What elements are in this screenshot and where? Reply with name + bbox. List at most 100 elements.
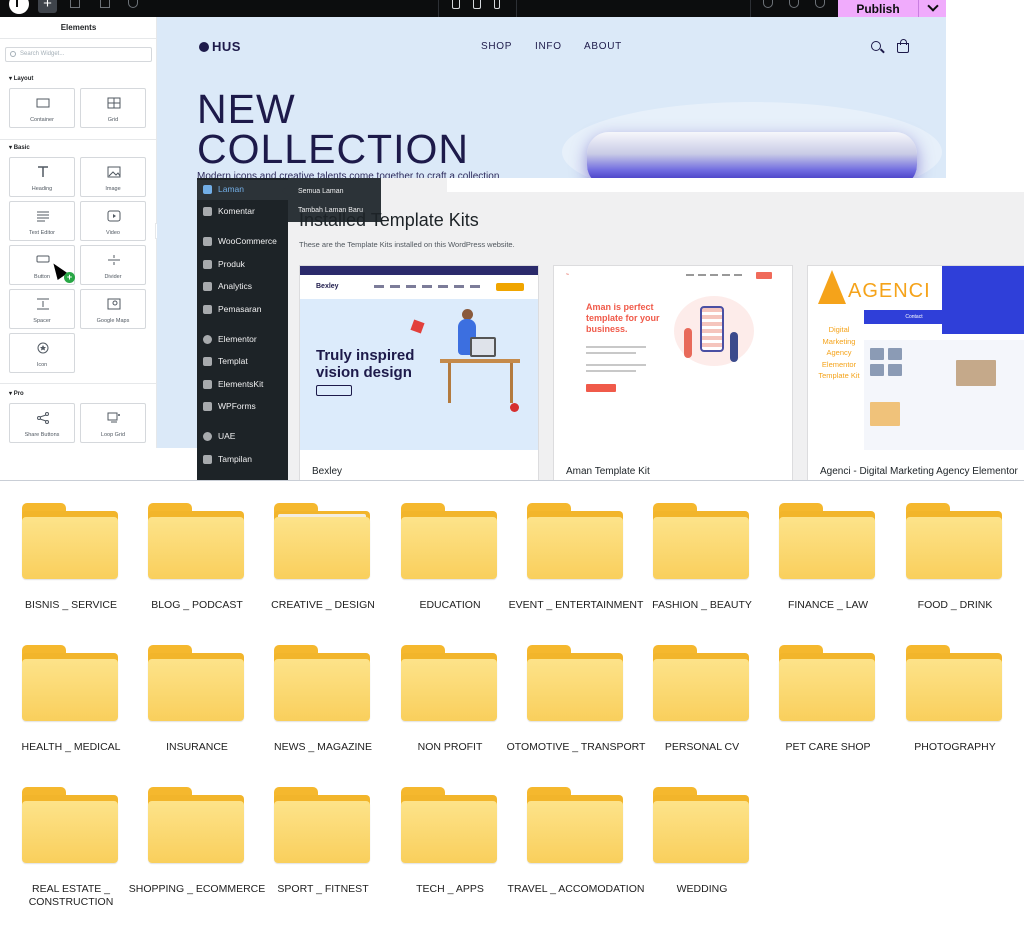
widget-divider[interactable]: Divider	[80, 245, 146, 285]
submenu-semua-laman[interactable]: Semua Laman	[298, 188, 344, 195]
widget-container[interactable]: Container	[9, 88, 75, 128]
folder[interactable]: CREATIVE _ DESIGN	[252, 481, 375, 611]
help-icon[interactable]	[789, 0, 799, 8]
tablet-device-icon[interactable]	[473, 0, 481, 9]
kit-thumbnail: AGENCI Contact Digital Marketing Agency …	[808, 266, 1024, 450]
folder-icon	[906, 517, 1002, 579]
folder-icon	[401, 517, 497, 579]
category-basic[interactable]: Basic	[9, 144, 30, 151]
wp-menu-komentar[interactable]: Komentar	[197, 202, 288, 222]
folder-label: OTOMOTIVE _ TRANSPORT	[506, 741, 646, 753]
folder[interactable]: HEALTH _ MEDICAL	[0, 623, 121, 753]
folder[interactable]: BISNIS _ SERVICE	[0, 481, 120, 611]
wordpress-admin-window: Laman Komentar WooCommerce Produk Analyt…	[197, 178, 1024, 480]
widget-search-input[interactable]: Search Widget...	[5, 47, 152, 62]
desktop-device-icon[interactable]	[452, 0, 460, 9]
site-search-icon[interactable]	[871, 41, 881, 51]
publish-options-chevron-icon[interactable]	[918, 0, 946, 17]
loop-grid-icon	[107, 412, 120, 423]
products-icon	[203, 260, 212, 269]
folder-label: EVENT _ ENTERTAINMENT	[508, 599, 644, 611]
folder-label: FASHION _ BEAUTY	[652, 599, 752, 611]
folder-label: NON PROFIT	[417, 741, 483, 753]
folder[interactable]: EDUCATION	[379, 481, 499, 611]
wp-menu-analytics[interactable]: Analytics	[197, 277, 288, 297]
hero-title: NEW COLLECTION	[197, 86, 469, 172]
wp-menu-laman[interactable]: Laman	[197, 180, 288, 200]
page-heading: Installed Template Kits	[299, 210, 479, 230]
aman-headline: Aman is perfect template for your busine…	[586, 302, 660, 334]
folder[interactable]: REAL ESTATE _ CONSTRUCTION	[0, 765, 120, 908]
folder[interactable]: NEWS _ MAGAZINE	[252, 623, 372, 753]
widget-image[interactable]: Image	[80, 157, 146, 197]
folder[interactable]: SPORT _ FITNEST	[252, 765, 372, 895]
wp-menu-elementskit[interactable]: ElementsKit	[197, 375, 288, 395]
add-element-button[interactable]: +	[38, 0, 57, 13]
folder-icon	[527, 659, 623, 721]
elementor-logo-icon[interactable]	[9, 0, 29, 14]
folder-icon	[274, 659, 370, 721]
folder[interactable]: OTOMOTIVE _ TRANSPORT	[505, 623, 645, 753]
wpforms-icon	[203, 402, 212, 411]
folder[interactable]: TRAVEL _ ACCOMODATION	[505, 765, 644, 895]
folder[interactable]: BLOG _ PODCAST	[126, 481, 246, 611]
folder[interactable]: PERSONAL CV	[631, 623, 751, 753]
settings-icon[interactable]	[100, 0, 110, 8]
folder[interactable]: SHOPPING _ ECOMMERCE	[126, 765, 265, 895]
widget-video[interactable]: Video	[80, 201, 146, 241]
folder-label: TECH _ APPS	[416, 883, 484, 895]
widget-share-buttons[interactable]: Share Buttons	[9, 403, 75, 443]
nav-about[interactable]: ABOUT	[584, 41, 622, 52]
search-icon[interactable]	[763, 0, 773, 8]
wp-menu-produk[interactable]: Produk	[197, 255, 288, 275]
editor-topbar: + Publish	[0, 0, 946, 17]
wp-menu-elementor[interactable]: Elementor	[197, 330, 288, 350]
widget-icon[interactable]: Icon	[9, 333, 75, 373]
wp-menu-wpforms[interactable]: WPForms	[197, 397, 288, 417]
widget-text-editor[interactable]: Text Editor	[9, 201, 75, 241]
folder[interactable]: EVENT _ ENTERTAINMENT	[505, 481, 643, 611]
widget-google-maps[interactable]: Google Maps	[80, 289, 146, 329]
folder[interactable]: FOOD _ DRINK	[884, 481, 1004, 611]
shopping-bag-icon[interactable]	[897, 39, 909, 53]
folder-icon	[148, 659, 244, 721]
nav-shop[interactable]: SHOP	[481, 41, 512, 52]
preview-eye-icon[interactable]	[815, 0, 825, 8]
mobile-device-icon[interactable]	[494, 0, 500, 9]
folder[interactable]: FINANCE _ LAW	[757, 481, 877, 611]
template-kit-card-aman[interactable]: ~ Aman is perfect template for your busi…	[553, 265, 793, 480]
wp-menu-templat[interactable]: Templat	[197, 352, 288, 372]
button-icon	[36, 255, 50, 263]
folder[interactable]: INSURANCE	[126, 623, 246, 753]
wp-menu-tampilan[interactable]: Tampilan	[197, 450, 288, 470]
folder-label: PERSONAL CV	[664, 741, 740, 753]
folder[interactable]: PHOTOGRAPHY	[884, 623, 1004, 753]
folder-label: PET CARE SHOP	[785, 741, 871, 753]
appearance-icon	[203, 455, 212, 464]
folder-label: INSURANCE	[166, 741, 228, 753]
folder[interactable]: TECH _ APPS	[379, 765, 499, 895]
folder[interactable]: FASHION _ BEAUTY	[631, 481, 752, 611]
wp-menu-woocommerce[interactable]: WooCommerce	[197, 232, 288, 252]
widget-heading[interactable]: Heading	[9, 157, 75, 197]
folder[interactable]: WEDDING	[631, 765, 751, 895]
folder-icon	[401, 801, 497, 863]
analytics-icon	[203, 282, 212, 291]
template-kit-card-bexley[interactable]: Bexley Truly inspired vision design Bexl…	[299, 265, 539, 480]
widget-spacer[interactable]: Spacer	[9, 289, 75, 329]
grid-icon	[107, 97, 121, 109]
layers-icon[interactable]	[70, 0, 80, 8]
category-pro[interactable]: Pro	[9, 390, 24, 397]
wp-menu-uae[interactable]: UAE	[197, 427, 288, 447]
template-kit-card-agenci[interactable]: AGENCI Contact Digital Marketing Agency …	[807, 265, 1024, 480]
site-logo[interactable]: HUS	[199, 39, 241, 54]
nav-info[interactable]: INFO	[535, 41, 562, 52]
notes-icon[interactable]	[128, 0, 138, 8]
category-layout[interactable]: Layout	[9, 75, 34, 82]
wp-menu-pemasaran[interactable]: Pemasaran	[197, 300, 288, 320]
folder[interactable]: NON PROFIT	[379, 623, 499, 753]
publish-button[interactable]: Publish	[838, 0, 918, 17]
folder[interactable]: PET CARE SHOP	[757, 623, 877, 753]
widget-loop-grid[interactable]: Loop Grid	[80, 403, 146, 443]
widget-grid[interactable]: Grid	[80, 88, 146, 128]
